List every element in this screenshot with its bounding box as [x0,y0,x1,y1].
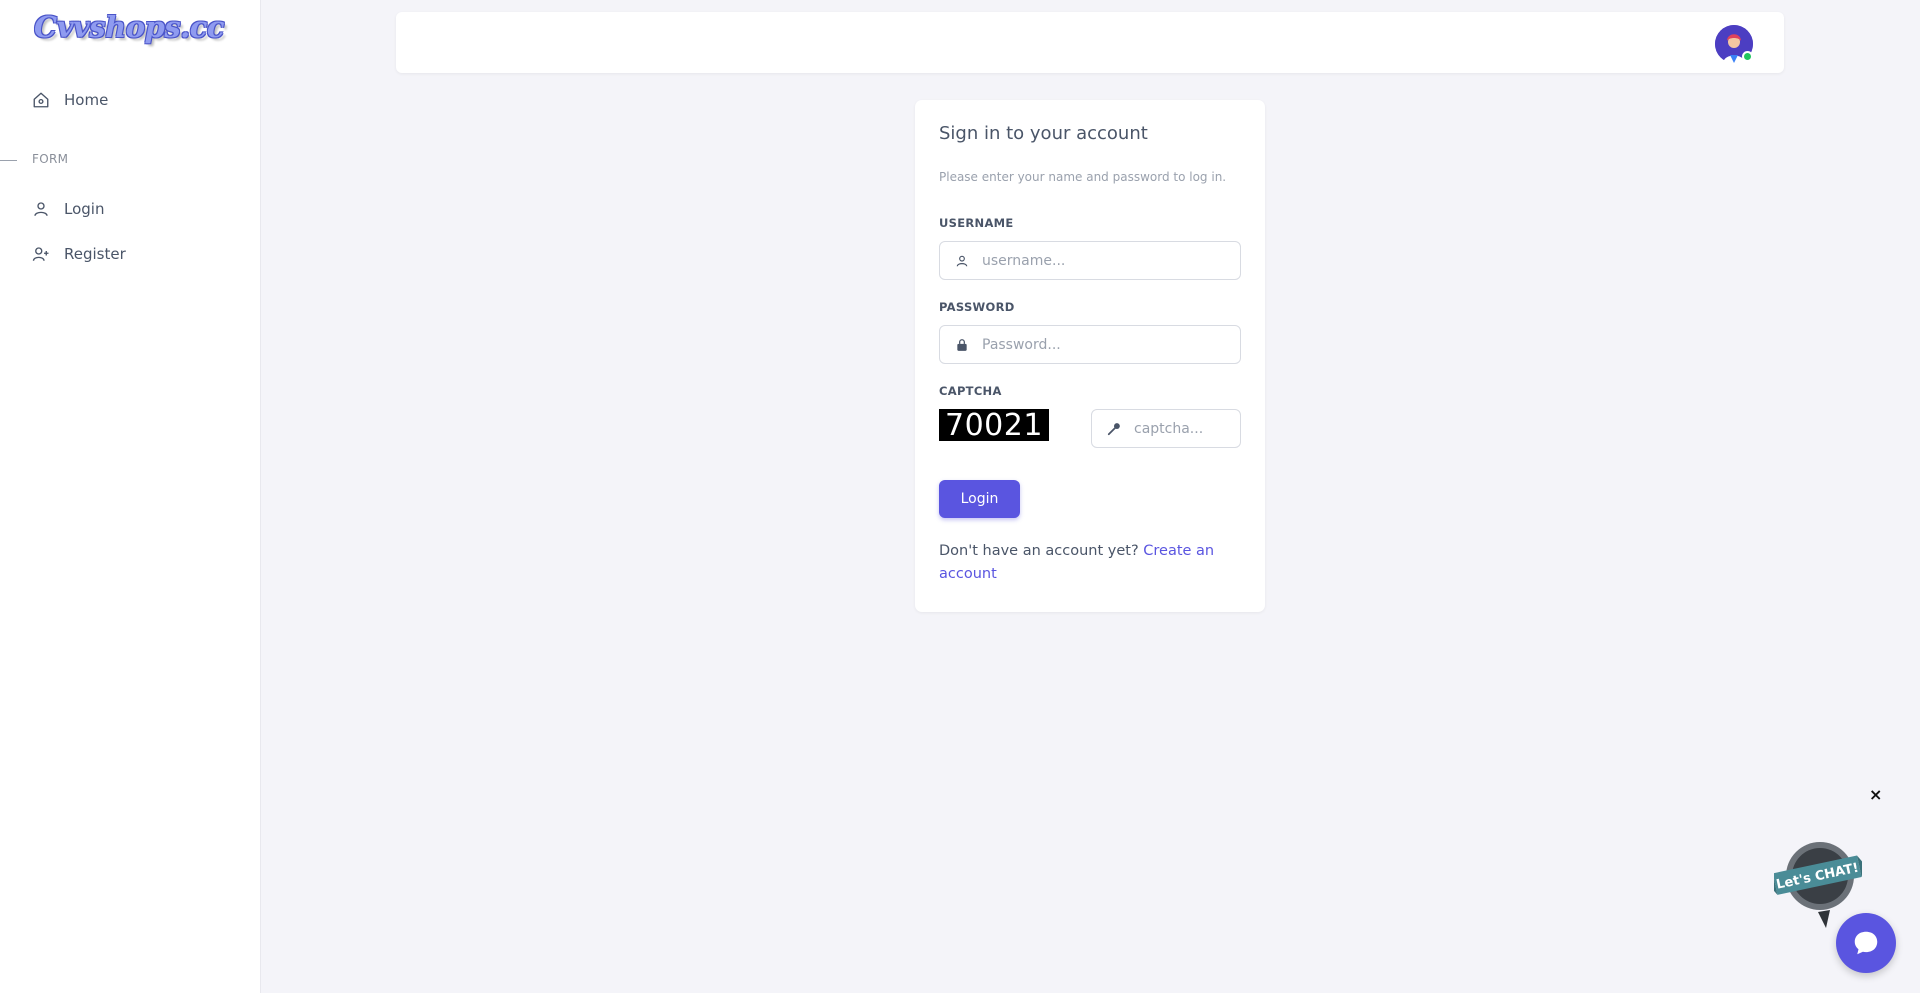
sidebar-item-login[interactable]: Login [32,200,104,218]
sidebar-item-register[interactable]: Register [32,245,126,263]
captcha-input[interactable]: captcha... [1091,409,1241,448]
password-input[interactable]: Password... [939,325,1241,364]
sidebar-item-label: Login [64,200,105,218]
user-avatar[interactable] [1715,25,1753,63]
register-prompt: Don't have an account yet? Create an acc… [939,540,1239,586]
sidebar-item-label: Register [64,245,126,263]
user-icon [956,255,968,267]
username-label: USERNAME [939,216,1014,230]
site-logo[interactable]: Cvvshops.cc [34,10,225,44]
top-header [396,12,1784,73]
sidebar-item-label: Home [64,91,109,109]
lock-icon [957,339,967,351]
user-icon [34,202,48,216]
sidebar: Cvvshops.cc Home FORM Login Register [0,0,261,993]
captcha-placeholder: captcha... [1134,420,1204,437]
section-label-form: FORM [32,152,69,166]
card-subtitle: Please enter your name and password to l… [939,170,1227,184]
key-icon [1107,423,1120,436]
username-input[interactable]: username... [939,241,1241,280]
login-card: Sign in to your account Please enter you… [915,100,1265,612]
captcha-image: 70021 [939,409,1049,443]
user-plus-icon [32,247,49,261]
card-title: Sign in to your account [939,123,1148,144]
chat-close-button[interactable]: × [1869,785,1882,804]
chat-icon [1854,931,1878,955]
sidebar-item-home[interactable]: Home [32,91,108,109]
open-chat-button[interactable] [1836,913,1896,973]
captcha-label: CAPTCHA [939,384,1002,398]
password-placeholder: Password... [982,336,1061,353]
login-button[interactable]: Login [939,480,1020,518]
username-placeholder: username... [982,252,1066,269]
section-divider [0,160,17,161]
password-label: PASSWORD [939,300,1015,314]
home-icon [33,92,49,108]
online-status-dot [1742,51,1753,62]
lets-chat-bubble-icon[interactable]: Let's CHAT! [1774,838,1862,928]
register-prompt-text: Don't have an account yet? [939,543,1144,559]
